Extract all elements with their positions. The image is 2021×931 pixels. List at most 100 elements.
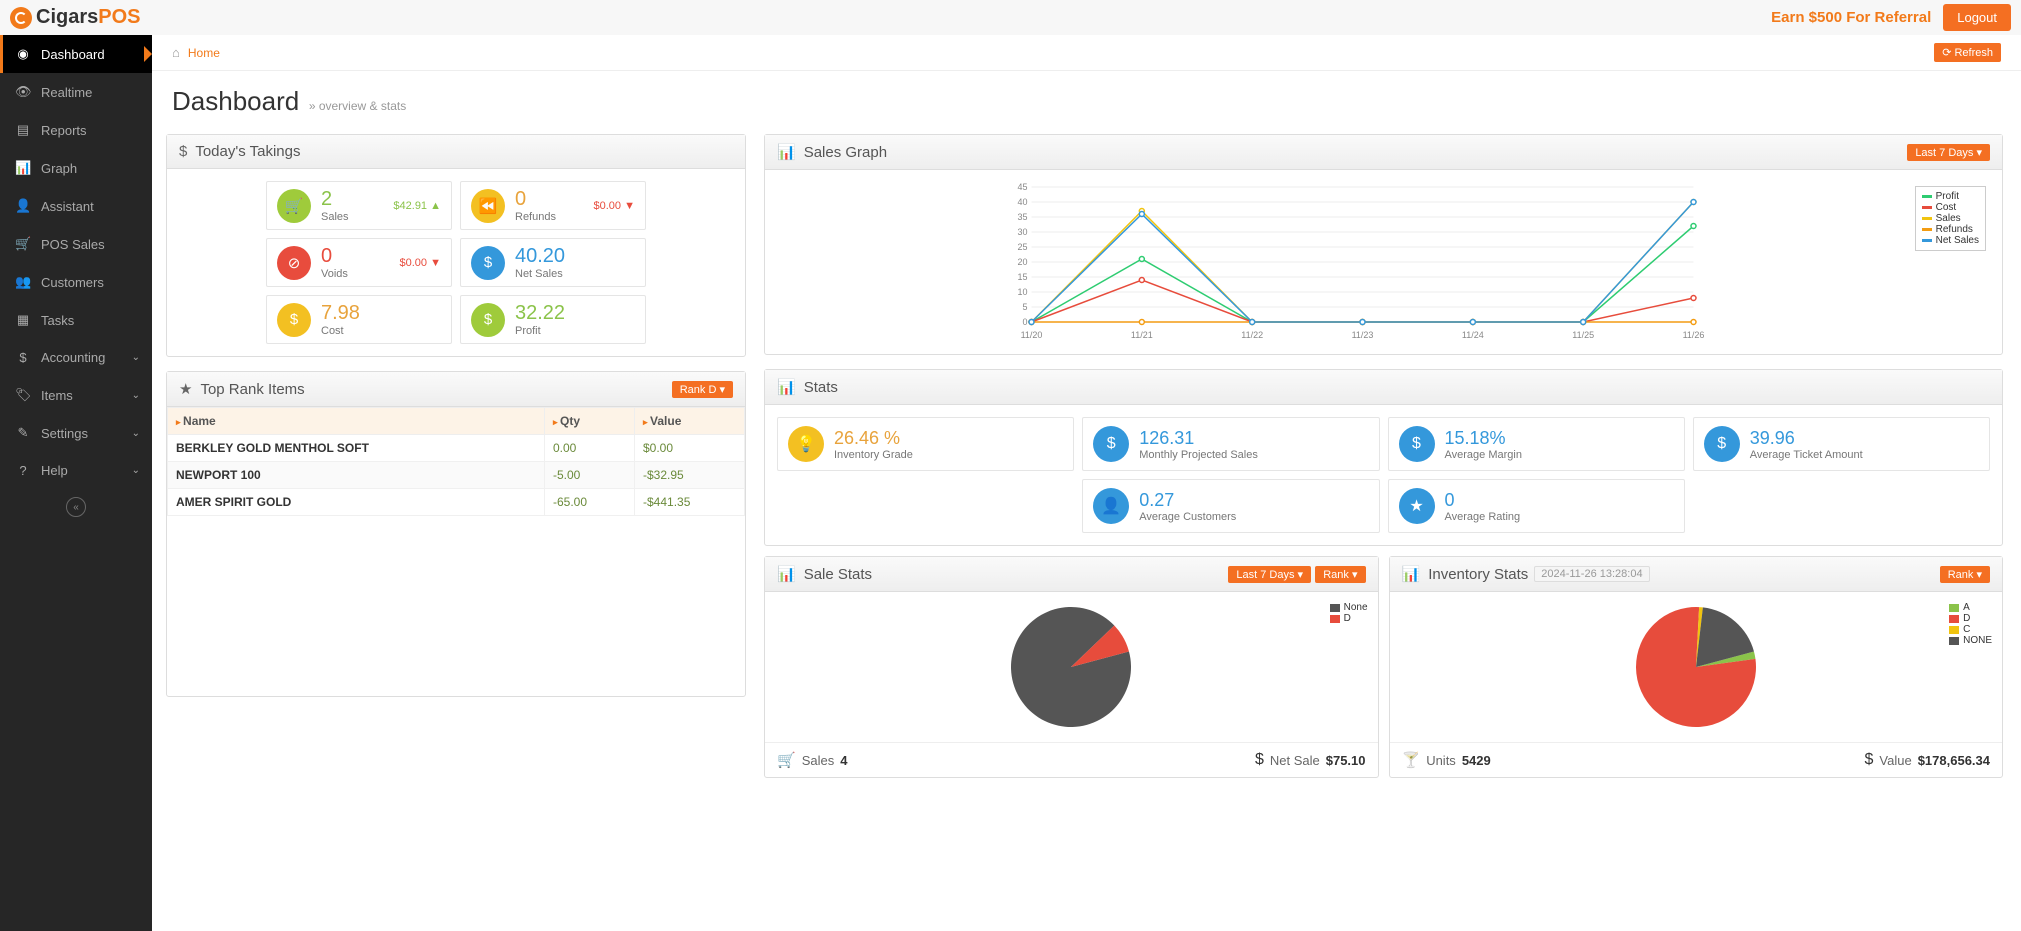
sidebar-item-customers[interactable]: 👥Customers — [0, 263, 152, 301]
sidebar-item-items[interactable]: 🏷Items⌄ — [0, 376, 152, 414]
panel-title: Stats — [804, 379, 838, 396]
panel-todays-takings: $ Today's Takings 🛒2Sales$42.91 ▲⏪0Refun… — [166, 134, 746, 357]
legend-item: A — [1949, 602, 1992, 613]
dashboard-icon: ◉ — [15, 46, 31, 62]
sidebar-item-tasks[interactable]: ▦Tasks — [0, 301, 152, 339]
logo-text: Cigars — [36, 6, 98, 29]
stat-value: 0.27 — [1139, 490, 1236, 511]
tag-icon: 🏷 — [15, 387, 31, 403]
cell-qty: 0.00 — [545, 435, 635, 462]
stat-tile-average-rating: ★0Average Rating — [1388, 479, 1685, 533]
dollar-icon: $ — [1704, 426, 1740, 462]
sidebar-item-accounting[interactable]: $Accounting⌄ — [0, 339, 152, 376]
stat-tile-average-customers: 👤0.27Average Customers — [1082, 479, 1379, 533]
chevron-down-icon: ▾ — [1976, 147, 1982, 159]
col-value[interactable]: Value — [635, 408, 745, 435]
tile-value: 0 — [321, 245, 348, 268]
star-icon: ★ — [179, 380, 192, 398]
sidebar-item-label: Graph — [41, 161, 77, 176]
users-icon: 👥 — [15, 274, 31, 290]
sidebar-item-realtime[interactable]: 👁Realtime — [0, 73, 152, 111]
sidebar-item-label: Reports — [41, 123, 87, 138]
stat-label: Average Rating — [1445, 511, 1521, 523]
stat-label: Average Customers — [1139, 511, 1236, 523]
dollar-icon: $ — [277, 303, 311, 337]
sidebar-item-label: Realtime — [41, 85, 92, 100]
sidebar-item-dashboard[interactable]: ◉ Dashboard — [0, 35, 152, 73]
sidebar-item-reports[interactable]: ▤ Reports — [0, 111, 152, 149]
takings-tile-voids: ⊘0Voids$0.00 ▼ — [266, 238, 452, 287]
sidebar-item-label: Dashboard — [41, 47, 105, 62]
timestamp: 2024-11-26 13:28:04 — [1534, 566, 1649, 582]
bars-icon: 📊 — [15, 160, 31, 176]
cart-icon: 🛒 — [777, 751, 796, 769]
takings-tile-sales: 🛒2Sales$42.91 ▲ — [266, 181, 452, 230]
svg-text:15: 15 — [1017, 272, 1027, 282]
legend-item: D — [1949, 613, 1992, 624]
user-icon: 👤 — [15, 198, 31, 214]
chevron-down-icon: ⌄ — [132, 352, 140, 363]
legend-item: Refunds — [1922, 224, 1979, 235]
refresh-button[interactable]: ⟳ Refresh — [1934, 43, 2001, 62]
tile-label: Profit — [515, 325, 565, 337]
svg-text:11/22: 11/22 — [1241, 330, 1263, 340]
col-name[interactable]: Name — [168, 408, 545, 435]
sidebar-item-help[interactable]: ?Help⌄ — [0, 452, 152, 489]
sidebar-item-graph[interactable]: 📊 Graph — [0, 149, 152, 187]
svg-text:11/23: 11/23 — [1352, 330, 1374, 340]
legend-item: Sales — [1922, 213, 1979, 224]
tile-value: 2 — [321, 188, 349, 211]
stat-tile-monthly-projected-sales: $126.31Monthly Projected Sales — [1082, 417, 1379, 471]
cell-qty: -65.00 — [545, 489, 635, 516]
cell-value: -$32.95 — [635, 462, 745, 489]
dollar-icon: $ — [179, 143, 187, 160]
date-range-dropdown[interactable]: Last 7 Days ▾ — [1228, 566, 1311, 583]
rank-dropdown[interactable]: Rank D ▾ — [672, 381, 733, 398]
referral-link[interactable]: Earn $500 For Referral — [1771, 9, 1931, 26]
report-icon: ▤ — [15, 122, 31, 138]
dollar-icon: $ — [1399, 426, 1435, 462]
legend-item: Cost — [1922, 202, 1979, 213]
sale-stats-pie-chart — [996, 602, 1146, 732]
table-row[interactable]: NEWPORT 100-5.00-$32.95 — [168, 462, 745, 489]
logout-button[interactable]: Logout — [1943, 4, 2011, 31]
dollar-icon: $ — [15, 350, 31, 365]
tile-value: 0 — [515, 188, 556, 211]
rewind-icon: ⏪ — [471, 189, 505, 223]
breadcrumb-home-link[interactable]: Home — [188, 46, 220, 60]
svg-text:0: 0 — [1022, 317, 1027, 327]
rank-dropdown[interactable]: Rank ▾ — [1940, 566, 1990, 583]
home-icon[interactable]: ⌂ — [172, 45, 180, 60]
chevron-down-icon: ▾ — [1298, 569, 1304, 581]
tile-change: $42.91 ▲ — [393, 200, 441, 212]
takings-tile-cost: $7.98Cost — [266, 295, 452, 344]
chevron-down-icon: ▾ — [1352, 569, 1358, 581]
table-row[interactable]: BERKLEY GOLD MENTHOL SOFT0.00$0.00 — [168, 435, 745, 462]
panel-footer: 🛒 Sales 4 $ Net Sale $75.10 — [765, 742, 1378, 777]
cell-qty: -5.00 — [545, 462, 635, 489]
tile-label: Cost — [321, 325, 360, 337]
date-range-dropdown[interactable]: Last 7 Days ▾ — [1907, 144, 1990, 161]
page-subtitle: » overview & stats — [309, 99, 406, 113]
panel-title: Sale Stats — [804, 566, 872, 583]
table-row[interactable]: AMER SPIRIT GOLD-65.00-$441.35 — [168, 489, 745, 516]
legend-item: NONE — [1949, 635, 1992, 646]
svg-text:45: 45 — [1017, 182, 1027, 192]
tile-change: $0.00 ▼ — [400, 257, 441, 269]
help-icon: ? — [15, 463, 31, 478]
panel-sales-graph: 📊 Sales Graph Last 7 Days ▾ 051015202530… — [764, 134, 2003, 355]
col-qty[interactable]: Qty — [545, 408, 635, 435]
stat-label: Average Ticket Amount — [1750, 449, 1863, 461]
rank-dropdown[interactable]: Rank ▾ — [1315, 566, 1365, 583]
cell-value: -$441.35 — [635, 489, 745, 516]
dollar-icon: $ — [471, 246, 505, 280]
sidebar-item-settings[interactable]: ✎Settings⌄ — [0, 414, 152, 452]
sidebar-item-pos-sales[interactable]: 🛒POS Sales — [0, 225, 152, 263]
sidebar-collapse-button[interactable]: « — [0, 489, 152, 525]
legend-item: C — [1949, 624, 1992, 635]
logo[interactable]: CigarsPOS — [10, 6, 141, 29]
tile-label: Refunds — [515, 211, 556, 223]
chart-legend: ADCNONE — [1949, 602, 1992, 646]
sidebar-item-assistant[interactable]: 👤Assistant — [0, 187, 152, 225]
svg-text:30: 30 — [1017, 227, 1027, 237]
